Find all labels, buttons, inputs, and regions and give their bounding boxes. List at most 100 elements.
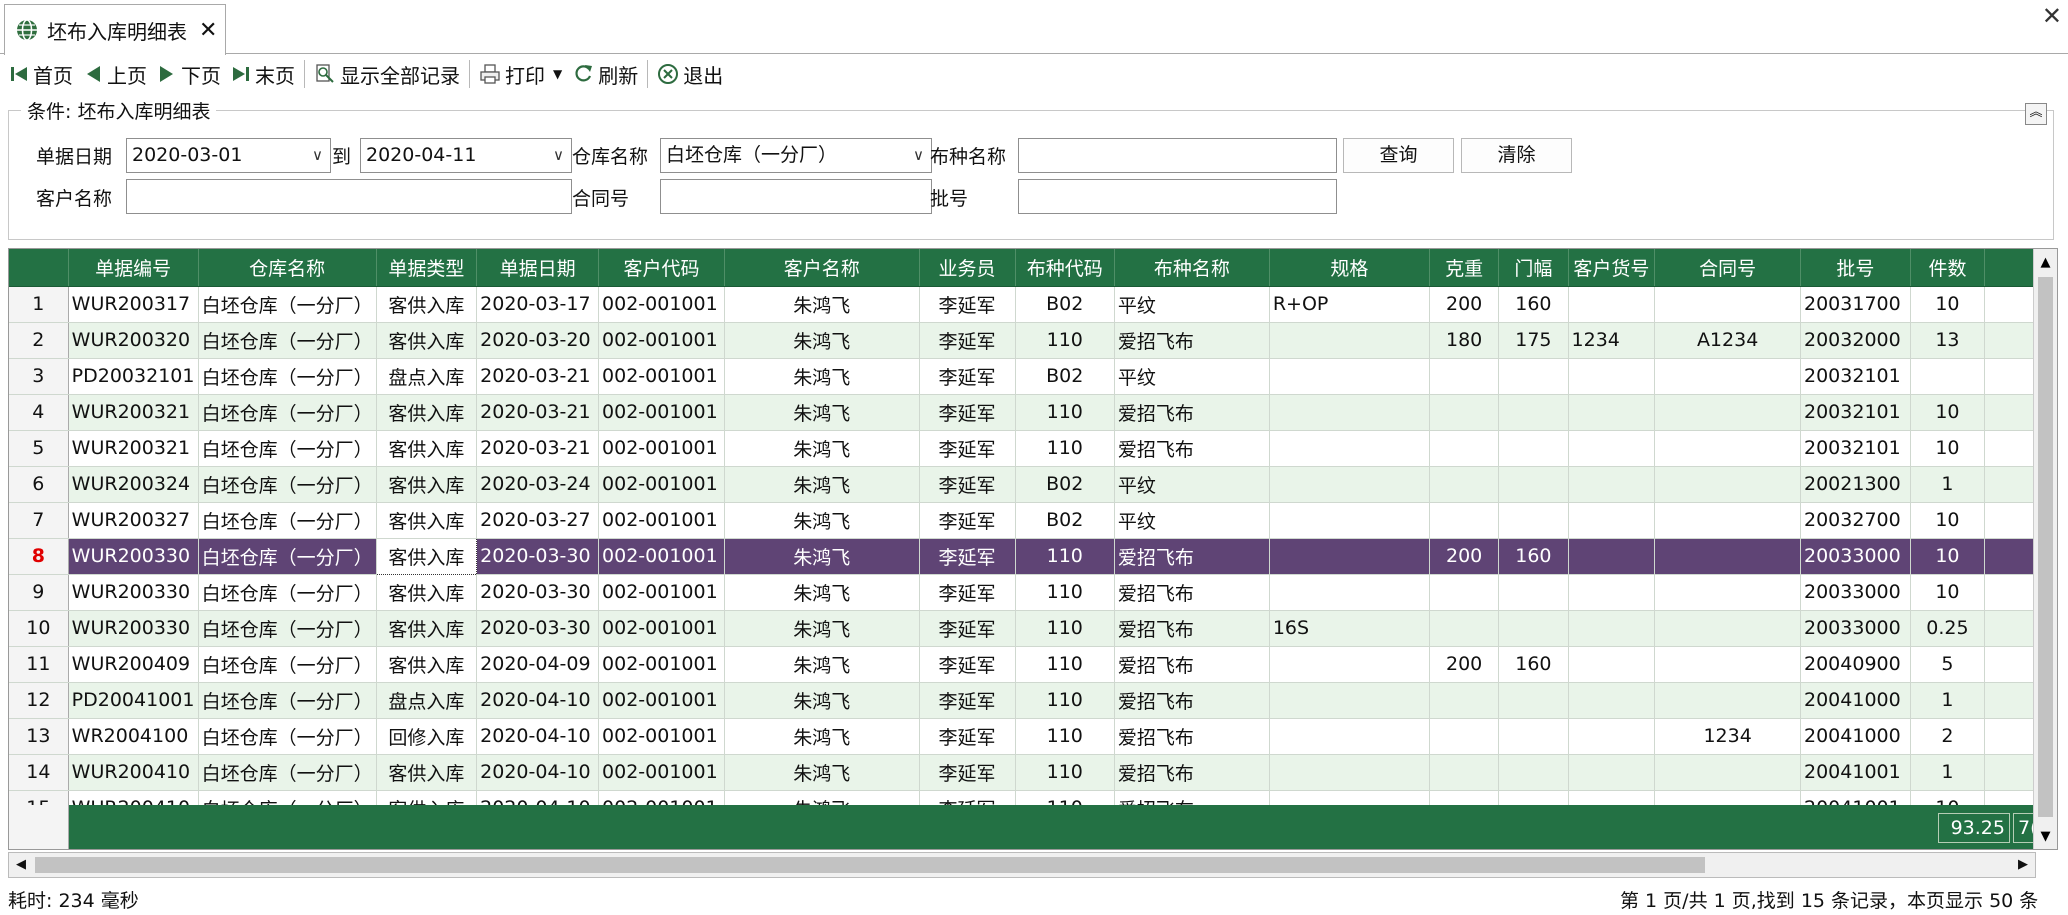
fabric-input[interactable]: [1018, 138, 1337, 173]
table-cell[interactable]: [1498, 718, 1569, 755]
table-cell[interactable]: [1654, 394, 1801, 431]
table-cell[interactable]: 2020-03-21: [476, 430, 600, 467]
table-cell[interactable]: 20033000: [1800, 574, 1911, 611]
table-row[interactable]: 2 WUR200320 白坯仓库（一分厂） 客供入库 2020-03-20 002-001…: [9, 322, 2034, 359]
table-cell[interactable]: 002-001001: [598, 394, 725, 431]
table-cell[interactable]: 20032101: [1800, 358, 1911, 395]
table-cell[interactable]: A1234: [1654, 322, 1801, 359]
chevron-down-icon[interactable]: ▼: [553, 67, 562, 81]
table-cell[interactable]: 白坯仓库（一分厂）: [198, 682, 377, 719]
table-cell[interactable]: 002-001001: [598, 754, 725, 791]
table-cell[interactable]: 110: [1015, 538, 1115, 575]
table-cell[interactable]: 2020-04-10: [476, 682, 600, 719]
table-cell[interactable]: 2020-03-30: [476, 574, 600, 611]
table-cell[interactable]: 李延军: [919, 610, 1016, 647]
table-cell[interactable]: 2020-03-20: [476, 322, 600, 359]
print-button[interactable]: 打印 ▼: [474, 58, 567, 90]
table-cell[interactable]: 110: [1015, 574, 1115, 611]
vertical-scrollbar[interactable]: ▲ ▼: [2033, 249, 2057, 849]
table-cell[interactable]: [1568, 574, 1656, 611]
row-number[interactable]: 8: [9, 538, 69, 575]
table-cell[interactable]: 李延军: [919, 430, 1016, 467]
table-row[interactable]: 9 WUR200330 白坯仓库（一分厂） 客供入库 2020-03-30 002-001…: [9, 574, 2034, 611]
table-cell[interactable]: [1568, 430, 1656, 467]
table-cell[interactable]: 002-001001: [598, 502, 725, 539]
table-cell[interactable]: 002-001001: [598, 574, 725, 611]
clear-button[interactable]: 清除: [1461, 138, 1572, 173]
table-cell[interactable]: [1269, 538, 1431, 575]
table-cell[interactable]: 2020-03-17: [476, 286, 600, 323]
horizontal-scroll-thumb[interactable]: [35, 857, 1705, 873]
table-cell[interactable]: [1654, 646, 1801, 683]
table-cell[interactable]: 2: [1910, 718, 1986, 755]
row-number[interactable]: 14: [9, 754, 69, 791]
table-cell[interactable]: 朱鸿飞: [724, 358, 920, 395]
window-close-icon[interactable]: ✕: [2042, 2, 2062, 30]
table-cell[interactable]: 2020-03-30: [476, 610, 600, 647]
table-cell[interactable]: 1: [1910, 682, 1986, 719]
scroll-left-icon[interactable]: ◀: [11, 855, 31, 875]
table-cell[interactable]: [1269, 394, 1431, 431]
table-cell[interactable]: 0.25: [1910, 610, 1986, 647]
column-header[interactable]: 合同号: [1654, 249, 1801, 287]
table-cell[interactable]: 110: [1015, 610, 1115, 647]
table-cell[interactable]: 白坯仓库（一分厂）: [198, 466, 377, 503]
table-cell[interactable]: 爱招飞布: [1114, 322, 1270, 359]
table-cell[interactable]: 朱鸿飞: [724, 646, 920, 683]
table-cell[interactable]: 002-001001: [598, 718, 725, 755]
table-cell[interactable]: [1498, 754, 1569, 791]
table-cell[interactable]: 10: [1910, 574, 1986, 611]
row-number[interactable]: 2: [9, 322, 69, 359]
table-cell[interactable]: 1234: [1568, 322, 1656, 359]
table-cell[interactable]: 李延军: [919, 466, 1016, 503]
column-header-overflow[interactable]: [1984, 249, 2034, 287]
table-cell[interactable]: WUR200320: [68, 322, 199, 359]
table-cell[interactable]: WUR200324: [68, 466, 199, 503]
table-cell[interactable]: [1269, 682, 1431, 719]
table-cell[interactable]: 20032700: [1800, 502, 1911, 539]
table-cell[interactable]: [1654, 358, 1801, 395]
table-cell[interactable]: 爱招飞布: [1114, 610, 1270, 647]
table-cell[interactable]: 平纹: [1114, 358, 1270, 395]
table-row[interactable]: 14 WUR200410 白坯仓库（一分厂） 客供入库 2020-04-10 002-00…: [9, 754, 2034, 791]
table-cell[interactable]: 李延军: [919, 322, 1016, 359]
table-cell[interactable]: 白坯仓库（一分厂）: [198, 610, 377, 647]
table-cell[interactable]: [1654, 430, 1801, 467]
row-number[interactable]: 6: [9, 466, 69, 503]
table-cell[interactable]: 002-001001: [598, 610, 725, 647]
column-header[interactable]: 布种名称: [1114, 249, 1270, 287]
table-cell[interactable]: [1429, 430, 1500, 467]
column-header[interactable]: 单据编号: [68, 249, 199, 287]
table-cell[interactable]: 110: [1015, 646, 1115, 683]
column-header[interactable]: 仓库名称: [198, 249, 377, 287]
table-cell[interactable]: [1568, 754, 1656, 791]
vertical-scroll-thumb[interactable]: [2038, 277, 2053, 817]
table-cell[interactable]: [1568, 538, 1656, 575]
table-cell[interactable]: PD20032101: [68, 358, 199, 395]
table-cell[interactable]: 2020-03-21: [476, 394, 600, 431]
date-to-picker[interactable]: 2020-04-11 ∨: [360, 138, 572, 173]
table-cell[interactable]: 回修入库: [376, 718, 478, 755]
table-cell[interactable]: [1654, 286, 1801, 323]
table-cell[interactable]: 20033000: [1800, 610, 1911, 647]
table-cell[interactable]: [1498, 610, 1569, 647]
table-cell[interactable]: 白坯仓库（一分厂）: [198, 646, 377, 683]
column-header[interactable]: 布种代码: [1015, 249, 1115, 287]
table-cell[interactable]: 朱鸿飞: [724, 430, 920, 467]
table-cell[interactable]: 10: [1910, 430, 1986, 467]
table-cell[interactable]: [1498, 682, 1569, 719]
table-cell[interactable]: 朱鸿飞: [724, 502, 920, 539]
table-cell[interactable]: 10: [1910, 502, 1986, 539]
table-cell[interactable]: WUR200409: [68, 646, 199, 683]
date-from-picker[interactable]: 2020-03-01 ∨: [126, 138, 331, 173]
table-cell[interactable]: 16S: [1269, 610, 1431, 647]
collapse-icon[interactable]: ︽: [2025, 103, 2047, 125]
table-cell[interactable]: 客供入库: [376, 646, 478, 683]
chevron-down-icon[interactable]: ∨: [913, 139, 924, 172]
table-cell[interactable]: [1568, 286, 1656, 323]
table-cell[interactable]: 爱招飞布: [1114, 430, 1270, 467]
table-cell[interactable]: B02: [1015, 358, 1115, 395]
table-cell[interactable]: 朱鸿飞: [724, 610, 920, 647]
table-cell[interactable]: [1269, 574, 1431, 611]
column-header[interactable]: 客户名称: [724, 249, 920, 287]
